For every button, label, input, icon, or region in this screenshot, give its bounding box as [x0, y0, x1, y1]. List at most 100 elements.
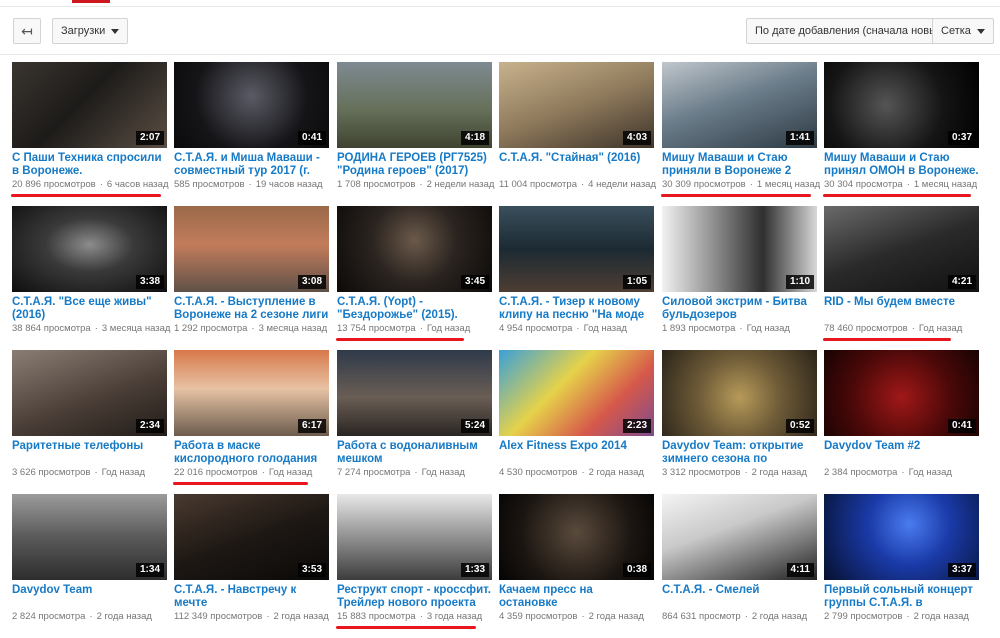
video-card[interactable]: 0:41 С.Т.А.Я. и Миша Маваши - совместный …: [174, 62, 329, 202]
video-thumbnail[interactable]: 2:23: [499, 350, 654, 436]
video-thumbnail[interactable]: 2:34: [12, 350, 167, 436]
meta-separator: ·: [414, 467, 418, 478]
video-duration: 3:53: [297, 563, 326, 577]
video-title[interactable]: Реструкт спорт - кроссфит. Трейлер новог…: [337, 584, 492, 610]
video-title[interactable]: С.Т.А.Я. - Выступление в Воронеже на 2 с…: [174, 296, 329, 322]
video-card[interactable]: 4:03 С.Т.А.Я. "Стайная" (2016) 11 004 прос…: [499, 62, 656, 202]
video-thumbnail[interactable]: 2:07: [12, 62, 167, 148]
video-thumbnail[interactable]: 0:52: [662, 350, 817, 436]
video-thumbnail[interactable]: 3:38: [12, 206, 167, 292]
video-card[interactable]: 1:41 Мишу Маваши и Стаю приняли в Воронеж…: [661, 62, 821, 202]
video-card[interactable]: 4:11 С.Т.А.Я. - Смелей 864 631 просмотр · 2 …: [662, 494, 817, 634]
video-title[interactable]: С.Т.А.Я. и Миша Маваши - совместный тур …: [174, 152, 329, 178]
upload-age: 1 месяц назад: [756, 179, 821, 190]
video-card[interactable]: 3:38 С.Т.А.Я. "Все еще живы" (2016) 38 864…: [12, 206, 170, 346]
view-count: 864 631 просмотр: [662, 611, 741, 622]
video-title[interactable]: Alex Fitness Expo 2014: [499, 440, 654, 453]
meta-separator: ·: [419, 611, 423, 622]
video-duration: 3:45: [460, 275, 489, 289]
video-card[interactable]: 1:05 С.Т.А.Я. - Тизер к новому клипу на п…: [499, 206, 654, 346]
uploads-dropdown[interactable]: Загрузки: [52, 18, 129, 44]
video-title[interactable]: С.Т.А.Я. - Смелей: [662, 584, 817, 597]
video-thumbnail[interactable]: 1:41: [662, 62, 817, 148]
video-duration: 4:03: [622, 131, 651, 145]
video-thumbnail[interactable]: 4:21: [824, 206, 979, 292]
video-card[interactable]: 4:18 РОДИНА ГЕРОЕВ (РГ7525) "Родина герое…: [337, 62, 494, 202]
video-title[interactable]: РОДИНА ГЕРОЕВ (РГ7525) "Родина героев" (…: [337, 152, 492, 178]
video-card[interactable]: 5:24 Работа с водоналивным мешком 7 274 пр…: [337, 350, 492, 490]
video-title[interactable]: Мишу Маваши и Стаю приняли в Воронеже 2 …: [662, 152, 817, 178]
video-title[interactable]: С.Т.А.Я. "Все еще живы" (2016): [12, 296, 167, 322]
video-card[interactable]: 2:23 Alex Fitness Expo 2014 4 530 просмотр…: [499, 350, 654, 490]
video-card[interactable]: 6:17 Работа в маске кислородного голодани…: [173, 350, 329, 490]
video-title[interactable]: С.Т.А.Я. "Стайная" (2016): [499, 152, 654, 165]
video-title[interactable]: Первый сольный концерт группы С.Т.А.Я. в…: [824, 584, 979, 610]
video-thumbnail[interactable]: 1:05: [499, 206, 654, 292]
video-title[interactable]: Качаем пресс на остановке: [499, 584, 654, 610]
video-title[interactable]: С.Т.А.Я. - Навстречу к мечте: [174, 584, 329, 610]
video-card[interactable]: 1:10 Силовой экстрим - Битва бульдозеров 1…: [662, 206, 817, 346]
video-title[interactable]: С.Т.А.Я. - Тизер к новому клипу на песню…: [499, 296, 654, 322]
highlight-underline: [173, 482, 308, 485]
video-thumbnail[interactable]: 6:17: [174, 350, 329, 436]
video-thumbnail[interactable]: 0:41: [824, 350, 979, 436]
video-thumbnail[interactable]: 3:37: [824, 494, 979, 580]
video-thumbnail[interactable]: 0:37: [824, 62, 979, 148]
video-card[interactable]: 4:21 RID - Мы будем вместе 78 460 просмотр…: [823, 206, 979, 346]
video-card[interactable]: 3:53 С.Т.А.Я. - Навстречу к мечте 112 349 …: [174, 494, 329, 634]
video-card[interactable]: 3:45 С.Т.А.Я. (Yopt) - "Бездорожье" (2015…: [336, 206, 492, 346]
video-card[interactable]: 0:41 Davydov Team #2 2 384 просмотра · Год н…: [824, 350, 979, 490]
video-title[interactable]: Мишу Маваши и Стаю принял ОМОН в Воронеж…: [824, 152, 979, 178]
video-title[interactable]: Работа в маске кислородного голодания el…: [174, 440, 329, 466]
view-count: 4 530 просмотров: [499, 467, 578, 478]
video-thumbnail[interactable]: 4:11: [662, 494, 817, 580]
video-card[interactable]: 1:33 Реструкт спорт - кроссфит. Трейлер н…: [336, 494, 492, 634]
meta-separator: ·: [251, 323, 255, 334]
video-card[interactable]: 0:52 Davydov Team: открытие зимнего сезон…: [662, 350, 817, 490]
view-count: 3 312 просмотров: [662, 467, 741, 478]
video-title[interactable]: С Паши Техника спросили в Воронеже.: [12, 152, 167, 178]
video-meta: 4 530 просмотров · 2 года назад: [499, 467, 659, 478]
video-thumbnail[interactable]: 4:03: [499, 62, 654, 148]
view-dropdown[interactable]: Сетка: [932, 18, 994, 44]
video-thumbnail[interactable]: 1:33: [337, 494, 492, 580]
video-title[interactable]: Davydov Team #2: [824, 440, 979, 453]
video-title[interactable]: Работа с водоналивным мешком: [337, 440, 492, 466]
video-meta: 2 799 просмотров · 2 года назад: [824, 611, 984, 622]
video-card[interactable]: 0:38 Качаем пресс на остановке 4 359 просм…: [499, 494, 654, 634]
video-thumbnail[interactable]: 3:08: [174, 206, 329, 292]
video-thumbnail[interactable]: 0:38: [499, 494, 654, 580]
video-duration: 2:23: [622, 419, 651, 433]
upload-age: 2 года назад: [273, 611, 329, 622]
back-button[interactable]: ↤: [13, 18, 41, 44]
video-thumbnail[interactable]: 0:41: [174, 62, 329, 148]
video-title[interactable]: RID - Мы будем вместе: [824, 296, 979, 309]
video-card[interactable]: 2:07 С Паши Техника спросили в Воронеже. 2…: [11, 62, 169, 202]
video-thumbnail[interactable]: 3:53: [174, 494, 329, 580]
video-thumbnail[interactable]: 4:18: [337, 62, 492, 148]
upload-age: 3 месяца назад: [101, 323, 171, 334]
view-count: 15 883 просмотра: [337, 611, 416, 622]
video-thumbnail[interactable]: 1:10: [662, 206, 817, 292]
video-title[interactable]: С.Т.А.Я. (Yopt) - "Бездорожье" (2015).: [337, 296, 492, 322]
video-duration: 0:38: [622, 563, 651, 577]
meta-separator: ·: [94, 323, 98, 334]
video-card[interactable]: 2:34 Раритетные телефоны 3 626 просмотров ·…: [12, 350, 167, 490]
video-meta: 3 626 просмотров · Год назад: [12, 467, 172, 478]
video-thumbnail[interactable]: 1:34: [12, 494, 167, 580]
video-duration: 1:41: [785, 131, 814, 145]
video-title[interactable]: Davydov Team: открытие зимнего сезона по…: [662, 440, 817, 466]
video-card[interactable]: 0:37 Мишу Маваши и Стаю принял ОМОН в Вор…: [823, 62, 979, 202]
video-card[interactable]: 3:37 Первый сольный концерт группы С.Т.А.…: [824, 494, 979, 634]
video-title[interactable]: Davydov Team: [12, 584, 167, 597]
video-card[interactable]: 1:34 Davydov Team 2 824 просмотра · 2 года н…: [12, 494, 167, 634]
video-thumbnail[interactable]: 3:45: [337, 206, 492, 292]
video-card[interactable]: 3:08 С.Т.А.Я. - Выступление в Воронеже на…: [174, 206, 329, 346]
video-title[interactable]: Силовой экстрим - Битва бульдозеров: [662, 296, 817, 322]
video-thumbnail[interactable]: 5:24: [337, 350, 492, 436]
video-meta: 585 просмотров · 19 часов назад: [174, 179, 334, 190]
video-duration: 4:18: [460, 131, 489, 145]
video-meta: 13 754 просмотра · Год назад: [337, 323, 497, 334]
video-meta: 2 384 просмотра · Год назад: [824, 467, 984, 478]
video-title[interactable]: Раритетные телефоны: [12, 440, 167, 453]
